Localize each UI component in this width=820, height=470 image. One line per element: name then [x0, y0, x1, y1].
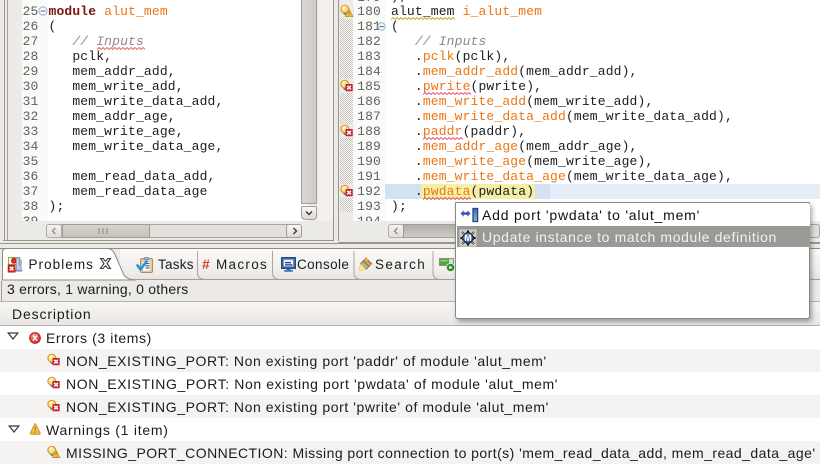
- svg-text:#: #: [202, 256, 210, 272]
- svg-text:M: M: [464, 233, 472, 243]
